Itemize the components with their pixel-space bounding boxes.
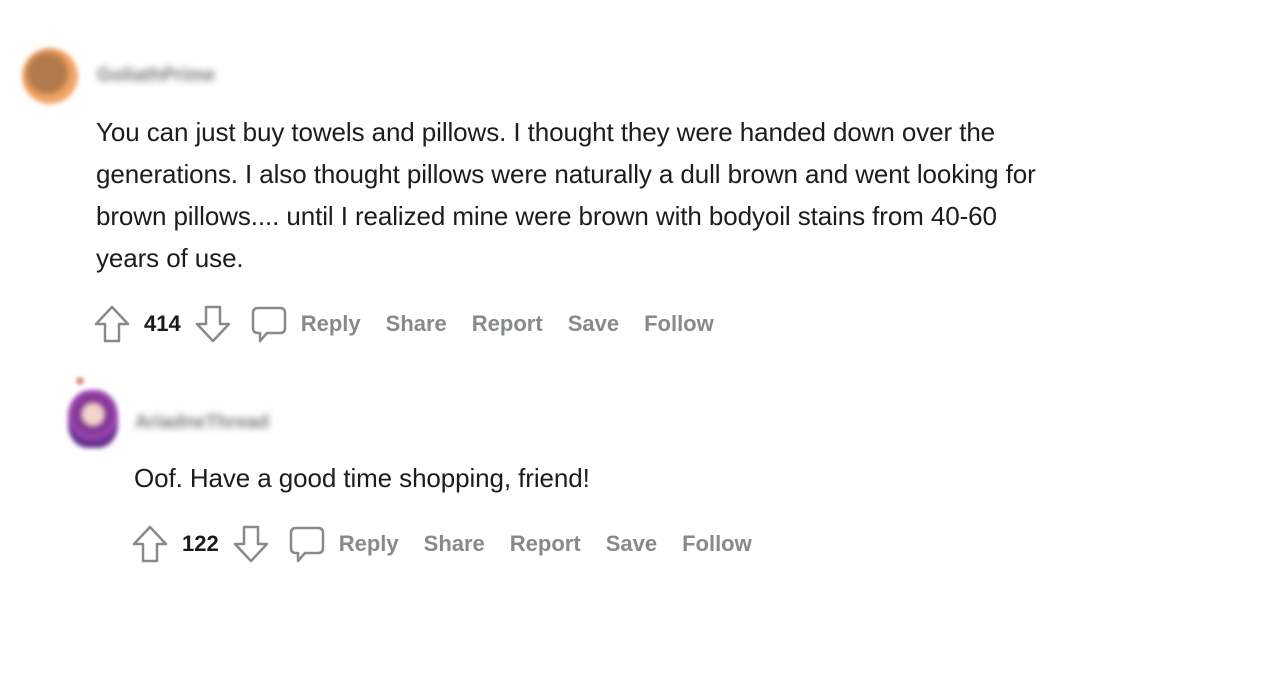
comment-action-bar: 414 Reply Share Report Save Follow [92,302,714,346]
comment-author[interactable]: GoliathPrime [97,65,215,87]
comment-body: Oof. Have a good time shopping, friend! [134,457,590,499]
avatar[interactable] [68,390,118,448]
follow-button[interactable]: Follow [682,531,752,557]
save-button[interactable]: Save [568,311,619,337]
comment-body-line: Oof. Have a good time shopping, friend! [134,463,590,493]
upvote-arrow-icon[interactable] [92,302,132,346]
report-button[interactable]: Report [472,311,543,337]
avatar-accessory [76,377,84,385]
comment-body-line: You can just buy towels and pillows. I t… [96,117,996,147]
reply-button[interactable]: Reply [301,311,361,337]
report-button[interactable]: Report [510,531,581,557]
comment-action-bar: 122 Reply Share Report Save Follow [130,522,752,566]
reply-button[interactable]: Reply [339,531,399,557]
avatar[interactable] [22,48,78,104]
downvote-arrow-icon[interactable] [231,522,271,566]
speech-bubble-icon[interactable] [287,522,327,566]
speech-bubble-icon[interactable] [249,302,289,346]
comment-body: You can just buy towels and pillows. I t… [96,111,1236,279]
comment-body-line: brown pillows.... until I realized mine … [96,201,997,231]
share-button[interactable]: Share [386,311,447,337]
comment-author[interactable]: AriadneThread [135,412,269,434]
downvote-arrow-icon[interactable] [193,302,233,346]
comment-body-line: years of use. [96,243,244,273]
save-button[interactable]: Save [606,531,657,557]
follow-button[interactable]: Follow [644,311,714,337]
comment-body-line: generations. I also thought pillows were… [96,159,1036,189]
vote-score: 414 [144,311,181,336]
vote-score: 122 [182,531,219,556]
upvote-arrow-icon[interactable] [130,522,170,566]
share-button[interactable]: Share [424,531,485,557]
